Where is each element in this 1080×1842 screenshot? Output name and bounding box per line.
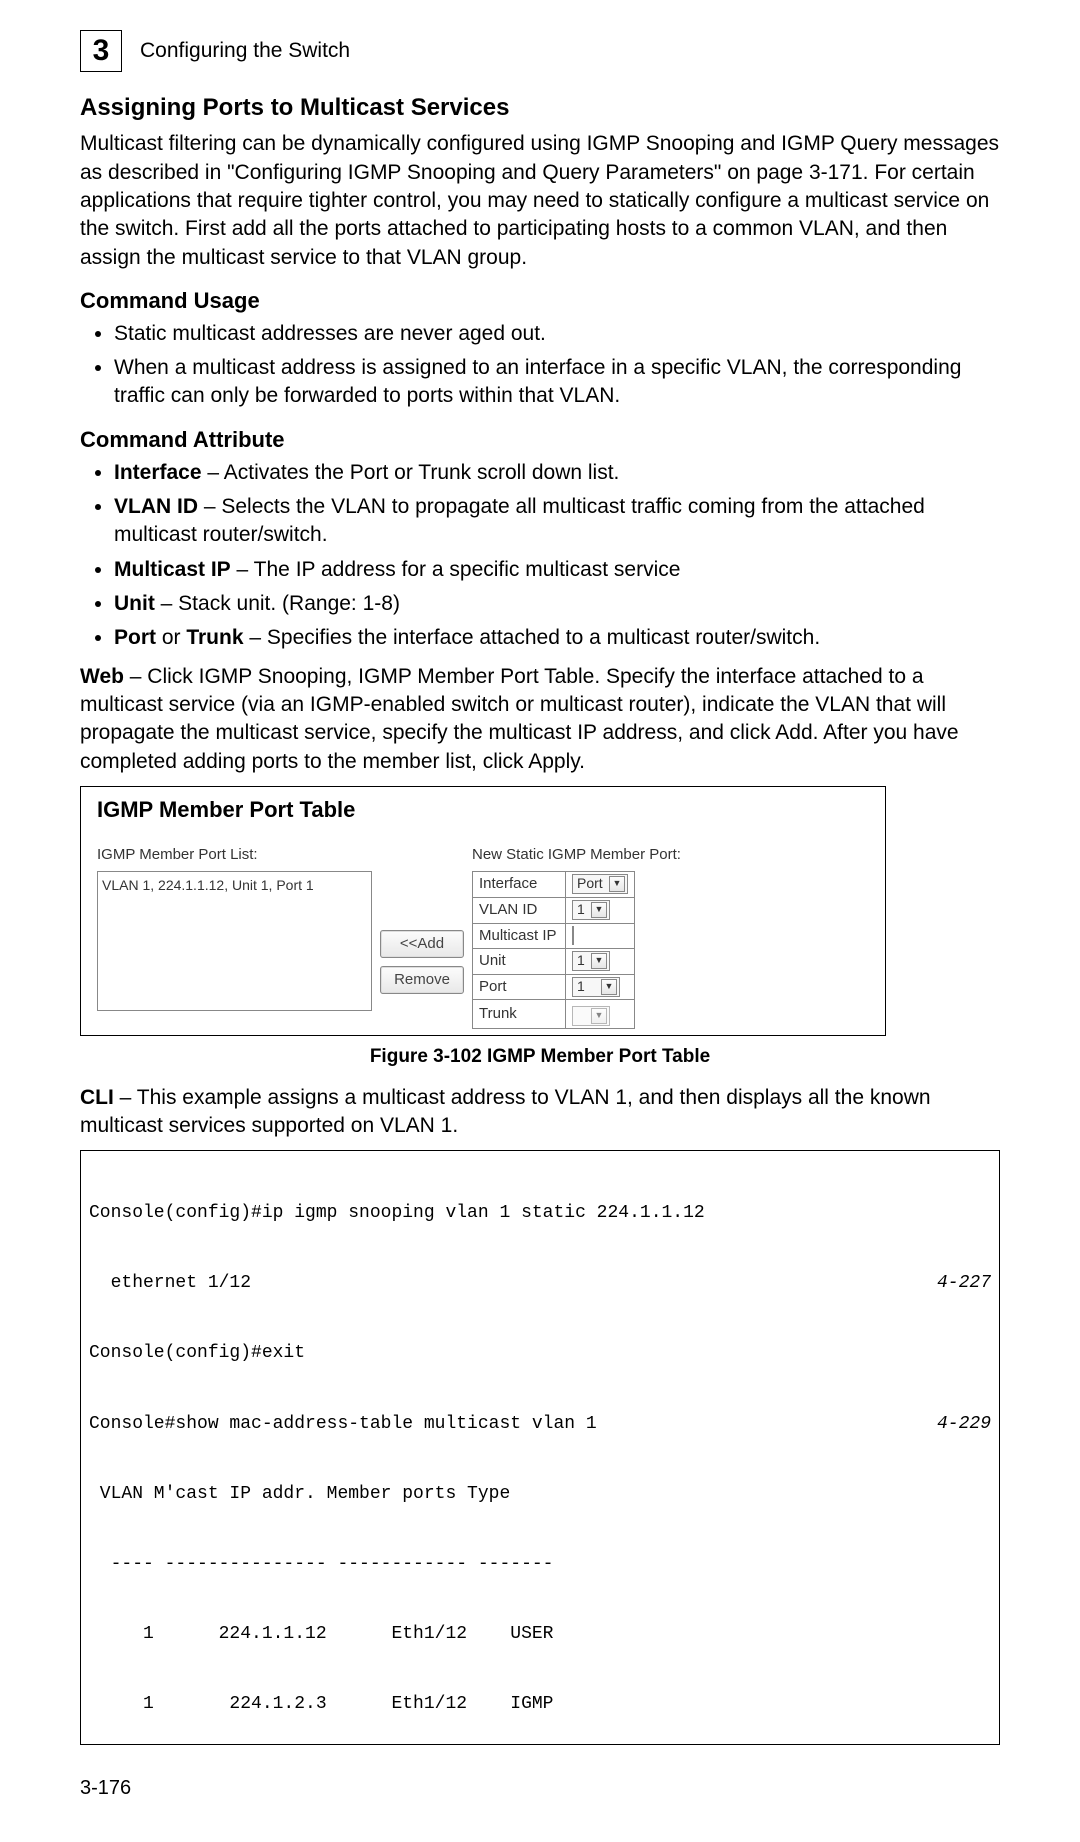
remove-button[interactable]: Remove	[380, 966, 464, 994]
cli-text: ethernet 1/12	[89, 1272, 251, 1295]
attr-desc: – Stack unit. (Range: 1-8)	[155, 592, 400, 615]
chevron-down-icon: ▼	[591, 953, 607, 969]
list-item: Multicast IP – The IP address for a spec…	[114, 556, 1000, 584]
multicast-ip-input[interactable]	[572, 926, 574, 945]
attr-term: Unit	[114, 592, 155, 615]
list-item: When a multicast address is assigned to …	[114, 354, 1000, 411]
cli-text: Console(config)#exit	[89, 1342, 305, 1365]
attr-desc: – The IP address for a specific multicas…	[231, 558, 681, 581]
chevron-down-icon: ▼	[591, 1008, 607, 1024]
attr-term: Interface	[114, 461, 202, 484]
web-prefix: Web	[80, 665, 124, 688]
chapter-number-icon: 3	[80, 30, 122, 72]
cli-text: ---- --------------- ------------ ------…	[89, 1553, 553, 1576]
cli-prefix: CLI	[80, 1086, 114, 1109]
cli-text: 1 224.1.1.12 Eth1/12 USER	[89, 1623, 553, 1646]
page-number: 3-176	[80, 1775, 1000, 1802]
list-item[interactable]: VLAN 1, 224.1.1.12, Unit 1, Port 1	[102, 876, 367, 895]
cli-ref: 4-229	[937, 1413, 991, 1436]
command-usage-title: Command Usage	[80, 286, 1000, 316]
cli-text: Console(config)#ip igmp snooping vlan 1 …	[89, 1202, 705, 1225]
list-item: Unit – Stack unit. (Range: 1-8)	[114, 590, 1000, 618]
figure-screenshot: IGMP Member Port Table IGMP Member Port …	[80, 786, 886, 1036]
section-intro: Multicast filtering can be dynamically c…	[80, 130, 1000, 272]
attr-desc: – Specifies the interface attached to a …	[244, 626, 821, 649]
attr-desc: – Selects the VLAN to propagate all mult…	[114, 495, 925, 546]
attr-term: VLAN ID	[114, 495, 198, 518]
chevron-down-icon: ▼	[591, 902, 607, 918]
web-text: – Click IGMP Snooping, IGMP Member Port …	[80, 665, 959, 773]
port-label: Port	[473, 974, 566, 1000]
command-attribute-title: Command Attribute	[80, 425, 1000, 455]
attr-term: Port	[114, 626, 156, 649]
new-port-form: Interface Port ▼ VLAN ID 1 ▼	[472, 871, 635, 1030]
new-port-label: New Static IGMP Member Port:	[472, 845, 681, 865]
command-usage-list: Static multicast addresses are never age…	[80, 320, 1000, 411]
chapter-title: Configuring the Switch	[140, 37, 350, 65]
panel-title: IGMP Member Port Table	[97, 795, 879, 825]
attr-term: Multicast IP	[114, 558, 231, 581]
trunk-select[interactable]: ▼	[572, 1006, 610, 1026]
cli-text: Console#show mac-address-table multicast…	[89, 1413, 597, 1436]
chapter-number: 3	[93, 31, 110, 72]
list-item: VLAN ID – Selects the VLAN to propagate …	[114, 493, 1000, 550]
web-note: Web – Click IGMP Snooping, IGMP Member P…	[80, 663, 1000, 776]
list-item: Port or Trunk – Specifies the interface …	[114, 624, 1000, 652]
unit-select[interactable]: 1 ▼	[572, 951, 610, 971]
command-attribute-list: Interface – Activates the Port or Trunk …	[80, 459, 1000, 653]
trunk-label: Trunk	[473, 1000, 566, 1029]
list-item: Static multicast addresses are never age…	[114, 320, 1000, 348]
list-item: Interface – Activates the Port or Trunk …	[114, 459, 1000, 487]
vlan-id-value: 1	[577, 900, 585, 919]
port-select[interactable]: 1 ▼	[572, 977, 620, 997]
vlan-id-label: VLAN ID	[473, 897, 566, 923]
cli-text: VLAN M'cast IP addr. Member ports Type	[89, 1483, 510, 1506]
cli-note: CLI – This example assigns a multicast a…	[80, 1084, 1000, 1141]
figure-caption: Figure 3-102 IGMP Member Port Table	[80, 1044, 1000, 1070]
section-title: Assigning Ports to Multicast Services	[80, 92, 1000, 124]
interface-select[interactable]: Port ▼	[572, 874, 628, 894]
unit-value: 1	[577, 951, 585, 970]
vlan-id-select[interactable]: 1 ▼	[572, 900, 610, 920]
unit-label: Unit	[473, 948, 566, 974]
chevron-down-icon: ▼	[601, 979, 617, 995]
igmp-member-listbox[interactable]: VLAN 1, 224.1.1.12, Unit 1, Port 1	[97, 871, 372, 1011]
attr-term: Trunk	[186, 626, 243, 649]
cli-intro: – This example assigns a multicast addre…	[80, 1086, 931, 1137]
interface-label: Interface	[473, 871, 566, 897]
chevron-down-icon: ▼	[609, 876, 625, 892]
interface-value: Port	[577, 874, 603, 893]
port-value: 1	[577, 977, 585, 996]
igmp-list-label: IGMP Member Port List:	[97, 845, 372, 865]
attr-desc: – Activates the Port or Trunk scroll dow…	[202, 461, 620, 484]
cli-ref: 4-227	[937, 1272, 991, 1295]
multicast-ip-label: Multicast IP	[473, 923, 566, 948]
add-button[interactable]: <<Add	[380, 930, 464, 958]
cli-output: Console(config)#ip igmp snooping vlan 1 …	[80, 1150, 1000, 1745]
cli-text: 1 224.1.2.3 Eth1/12 IGMP	[89, 1693, 553, 1716]
page-header: 3 Configuring the Switch	[80, 30, 1000, 72]
